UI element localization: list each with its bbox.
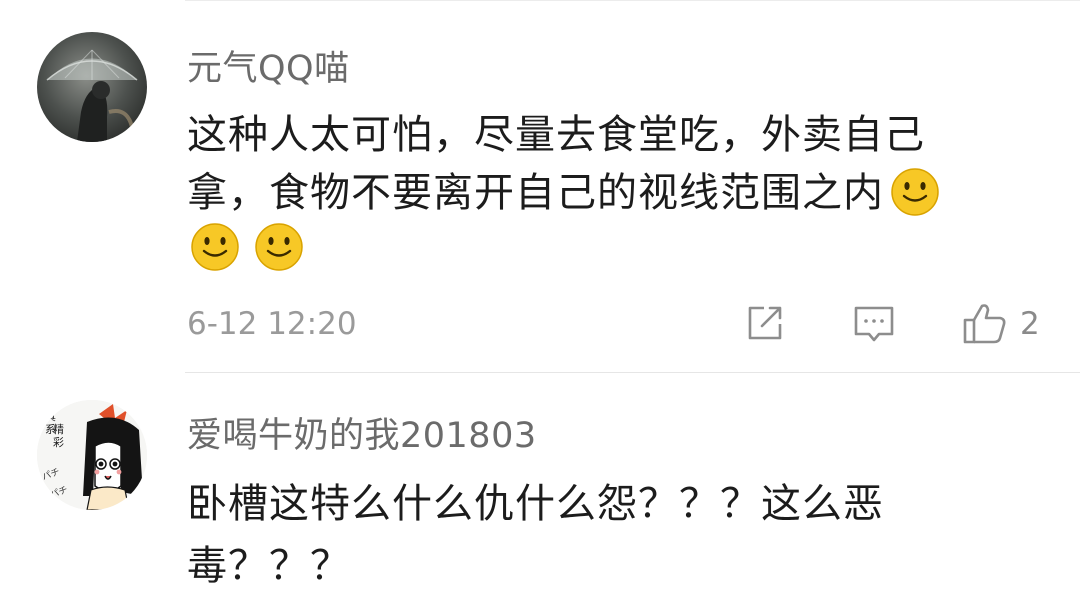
smile-emoji-icon	[190, 222, 240, 272]
avatar-caption: 真	[45, 409, 56, 423]
avatar-caption: 精	[53, 423, 64, 436]
comment-text-line: 毒？？？	[187, 543, 351, 589]
smile-emoji-icon	[254, 222, 304, 272]
comment-timestamp: 6-12 12:20	[187, 306, 357, 342]
comment-text-line: 拿，食物不要离开自己的视线范围之内	[187, 160, 940, 218]
comment-item: 元气QQ喵 这种人太可怕，尽量去食堂吃，外卖自己 拿，食物不要离开自己的视线范围…	[0, 0, 1080, 372]
comment-text-line: 卧槽这特么什么仇什么怨？？？这么恶	[187, 481, 884, 527]
umbrella-photo-avatar-icon	[37, 32, 147, 142]
comment-reply-icon[interactable]	[852, 302, 896, 346]
emoji-row	[190, 222, 304, 272]
avatar-caption: 彩	[53, 436, 64, 449]
avatar[interactable]	[37, 32, 147, 142]
comment-text-line: 这种人太可怕，尽量去食堂吃，外卖自己	[187, 112, 925, 158]
username[interactable]: 元气QQ喵	[187, 40, 350, 91]
share-icon[interactable]	[742, 302, 786, 346]
comment-text-segment: 拿，食物不要离开自己的视线范围之内	[187, 170, 884, 216]
like-count: 2	[1020, 306, 1040, 342]
comment-item: 真 系 精 彩 パチ パチ 爱喝牛奶的我201803 卧槽这特么什么仇什么怨？？…	[0, 373, 1080, 592]
smile-emoji-icon	[890, 167, 940, 217]
avatar[interactable]: 真 系 精 彩 パチ パチ	[37, 400, 147, 510]
anime-girl-avatar-icon: 真 系 精 彩 パチ パチ	[37, 400, 147, 510]
username[interactable]: 爱喝牛奶的我201803	[187, 407, 537, 458]
thumbs-up-icon[interactable]	[962, 300, 1008, 346]
